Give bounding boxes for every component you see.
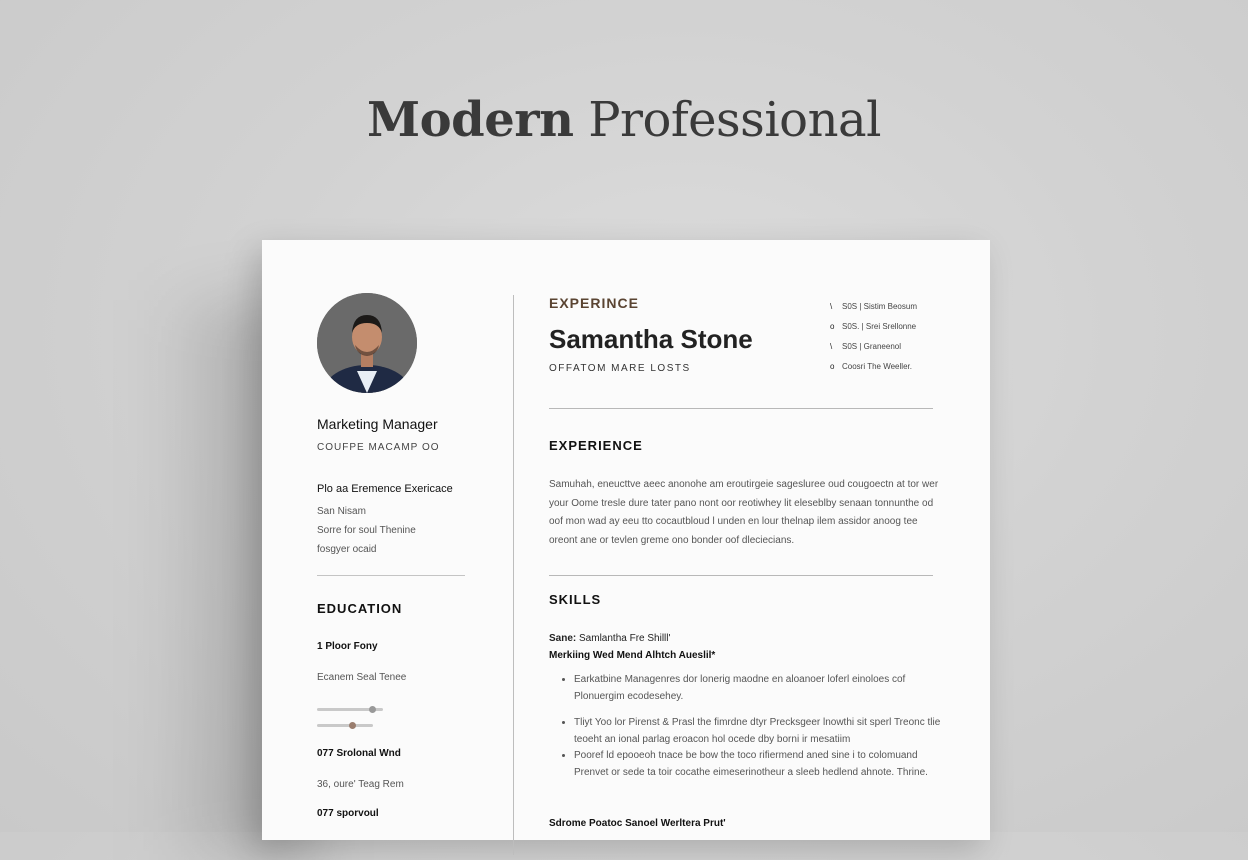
contact-text: S0S | Graneenol xyxy=(842,342,902,351)
right-divider xyxy=(549,575,933,576)
location-icon: o xyxy=(830,362,835,371)
education-heading: EDUCATION xyxy=(317,601,403,616)
skills-heading: SKILLS xyxy=(549,592,602,607)
skills-line-text: Samlantha Fre Shilll' xyxy=(576,633,671,644)
phone-icon: \ xyxy=(830,302,833,311)
experience-top-heading: EXPERINCE xyxy=(549,295,639,311)
list-item: Earkatbine Managenres dor lonerig maodne… xyxy=(574,672,944,705)
contact-item: \ S0S | Sistim Beosum xyxy=(830,302,917,311)
company-name: COUFPE MACAMP OO xyxy=(317,442,440,453)
skills-line-label: Sane: xyxy=(549,633,577,644)
skills-line: Merkiing Wed Mend Alhtch Aueslil* xyxy=(549,650,716,661)
experience-paragraph: Samuhah, eneucttve aeec anonohe am erout… xyxy=(549,479,939,546)
location-icon: o xyxy=(830,322,835,331)
education-subtitle: Ecanem Seal Tenee xyxy=(317,672,407,683)
education-title: 077 Srolonal Wnd xyxy=(317,748,401,759)
banner-title: Modern Professional xyxy=(0,92,1248,148)
contact-text: S0S | Sistim Beosum xyxy=(842,302,917,311)
candidate-subtitle: OFFATOM MARE LOSTS xyxy=(549,363,691,374)
job-role: Marketing Manager xyxy=(317,416,438,432)
skill-level-bar xyxy=(317,706,383,713)
skill-level-bar xyxy=(317,722,373,729)
left-line: San Nisam xyxy=(317,506,366,517)
resume-sheet: Marketing Manager COUFPE MACAMP OO Plo a… xyxy=(262,240,990,855)
left-section-title: Plo aa Eremence Exericace xyxy=(317,483,453,495)
left-line: fosgyer ocaid xyxy=(317,544,377,555)
skills-list: Earkatbine Managenres dor lonerig maodne… xyxy=(554,672,944,791)
skills-line: Sane: Samlantha Fre Shilll' xyxy=(549,633,670,644)
left-divider xyxy=(317,575,465,576)
avatar-portrait xyxy=(317,293,417,393)
list-item: Tliyt Yoo lor Pirenst & Prasl the fimrdn… xyxy=(574,715,944,748)
education-subtitle: 36, oure' Teag Rem xyxy=(317,779,404,790)
avatar xyxy=(317,293,417,393)
experience-heading: EXPERIENCE xyxy=(549,438,643,453)
skill-level-knob xyxy=(349,722,356,729)
list-item: Pooref ld epooeoh tnace be bow the toco … xyxy=(574,748,944,781)
contact-text: Coosri The Weeller. xyxy=(842,362,912,371)
left-line: Sorre for soul Thenine xyxy=(317,525,416,536)
candidate-name: Samantha Stone xyxy=(549,324,753,354)
education-title: 1 Ploor Fony xyxy=(317,641,378,652)
skill-level-knob xyxy=(369,706,376,713)
contact-item: o Coosri The Weeller. xyxy=(830,362,912,371)
phone-icon: \ xyxy=(830,342,833,351)
column-divider xyxy=(513,295,514,855)
footer-line: Sdrome Poatoc Sanoel Werltera Prut' xyxy=(549,818,726,829)
contact-text: S0S. | Srei Srellonne xyxy=(842,322,917,331)
education-title: 077 sporvoul xyxy=(317,808,379,819)
banner-title-light: Professional xyxy=(588,92,881,148)
right-divider xyxy=(549,408,933,409)
contact-item: o S0S. | Srei Srellonne xyxy=(830,322,916,331)
banner-title-bold: Modern xyxy=(367,92,574,148)
contact-item: \ S0S | Graneenol xyxy=(830,342,901,351)
